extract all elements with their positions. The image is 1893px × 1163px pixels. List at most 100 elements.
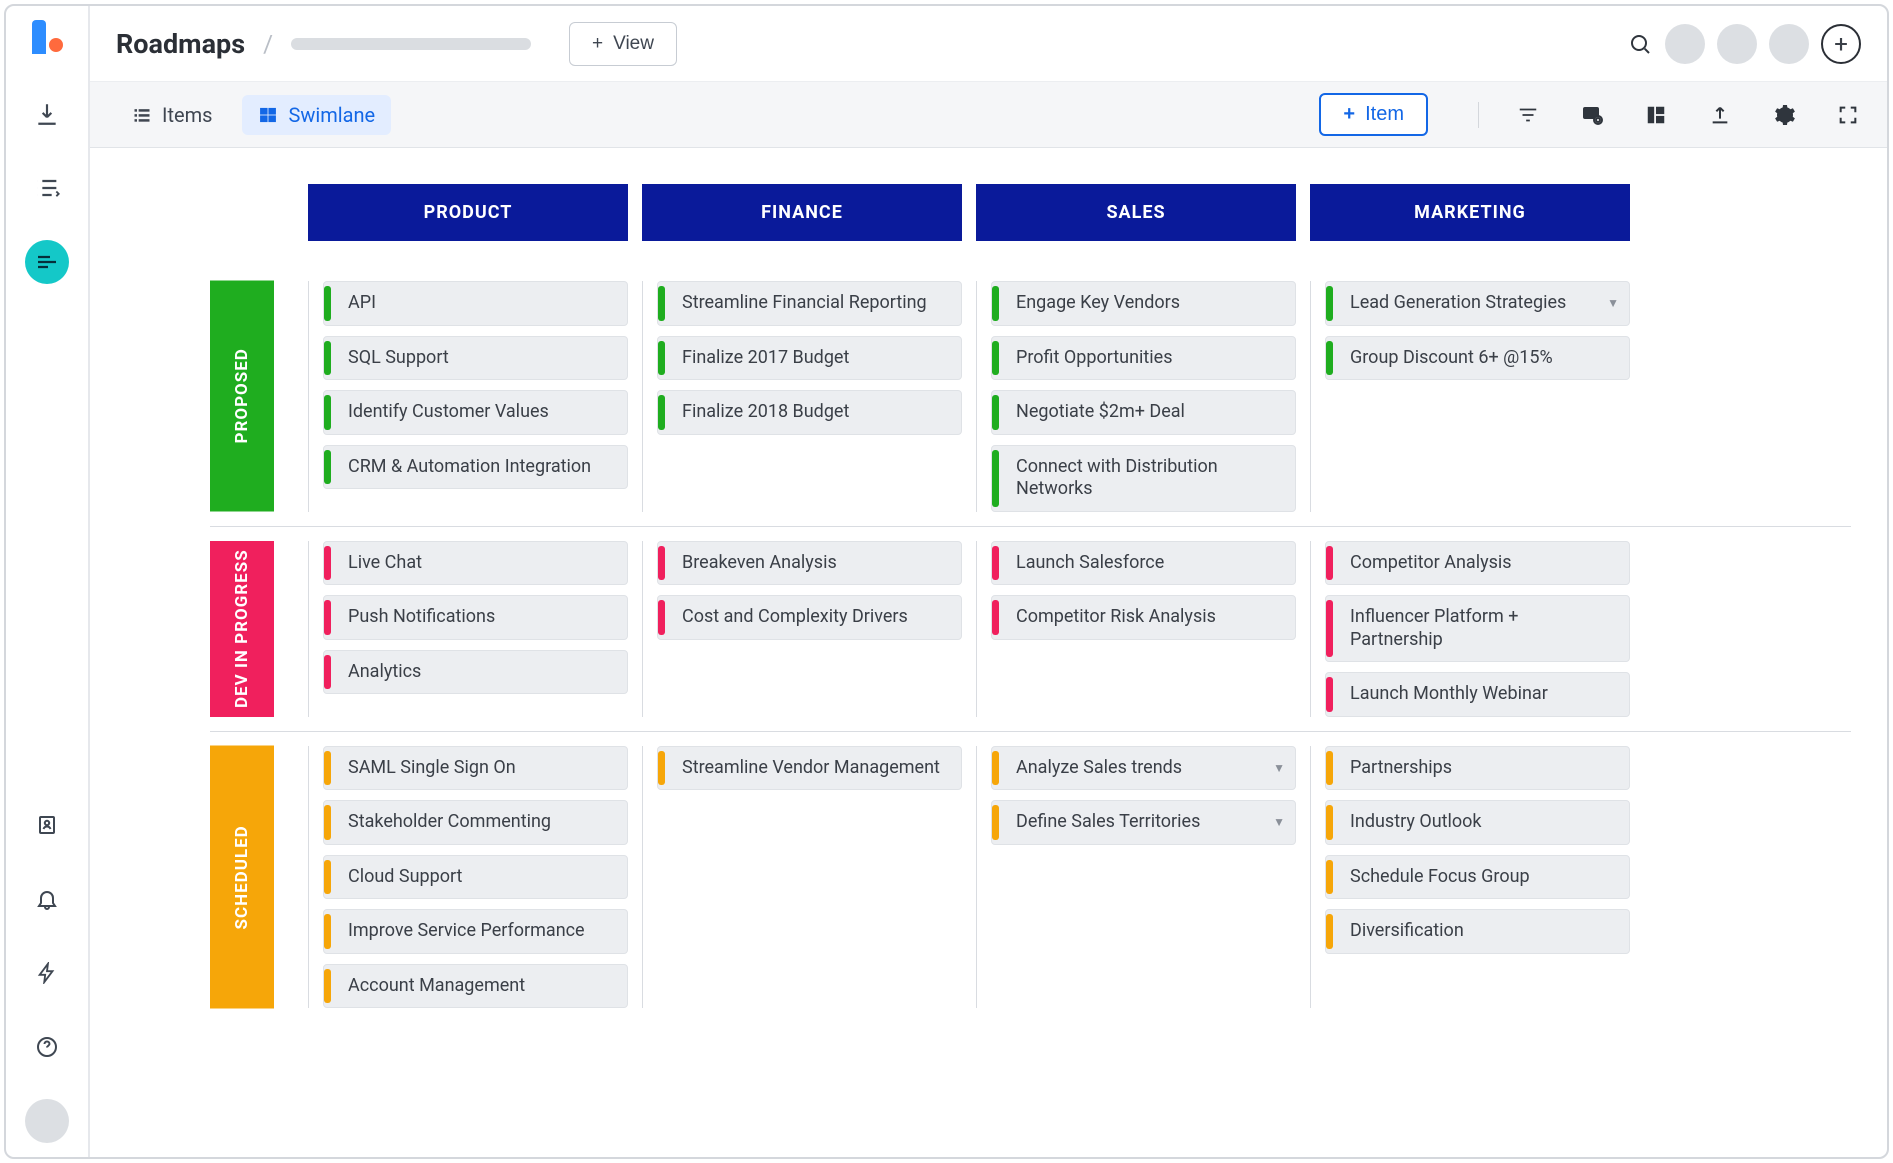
link-icon[interactable]	[1579, 102, 1605, 128]
lane-scheduled: SCHEDULEDSAML Single Sign OnStakeholder …	[210, 731, 1851, 1023]
card[interactable]: Schedule Focus Group	[1325, 855, 1630, 900]
card[interactable]: Connect with Distribution Networks	[991, 445, 1296, 512]
card[interactable]: Live Chat	[323, 541, 628, 586]
card-stripe	[324, 395, 331, 430]
card-stripe	[1326, 805, 1333, 840]
lane-cell: Partnerships Industry Outlook Schedule Foc…	[1310, 746, 1630, 1009]
card[interactable]: Finalize 2017 Budget	[657, 336, 962, 381]
card[interactable]: Diversification	[1325, 909, 1630, 954]
swimlane-nav-icon[interactable]	[25, 240, 69, 284]
swimlane-board: PRODUCTFINANCESALESMARKETING PROPOSEDAPI…	[90, 148, 1887, 1157]
card[interactable]: Partnerships	[1325, 746, 1630, 791]
presence-avatar-3[interactable]	[1769, 24, 1809, 64]
card[interactable]: Breakeven Analysis	[657, 541, 962, 586]
card[interactable]: Negotiate $2m+ Deal	[991, 390, 1296, 435]
card[interactable]: Identify Customer Values	[323, 390, 628, 435]
contacts-icon[interactable]	[25, 803, 69, 847]
card[interactable]: Cost and Complexity Drivers	[657, 595, 962, 640]
card[interactable]: SAML Single Sign On	[323, 746, 628, 791]
tab-items-label: Items	[162, 103, 212, 127]
card-title: Diversification	[1340, 920, 1464, 943]
export-icon[interactable]	[1707, 102, 1733, 128]
layout-icon[interactable]	[1643, 102, 1669, 128]
card[interactable]: Improve Service Performance	[323, 909, 628, 954]
add-item-button[interactable]: + Item	[1319, 93, 1428, 136]
card-title: SAML Single Sign On	[338, 757, 516, 780]
filter-icon[interactable]	[1515, 102, 1541, 128]
card-stripe	[992, 341, 999, 376]
card[interactable]: CRM & Automation Integration	[323, 445, 628, 490]
card-stripe	[992, 805, 999, 840]
notifications-icon[interactable]	[25, 877, 69, 921]
lane-cell: Engage Key Vendors Profit Opportunities Ne…	[976, 281, 1296, 512]
card-stripe	[658, 395, 665, 430]
column-header-product: PRODUCT	[308, 184, 628, 241]
card-title: Finalize 2017 Budget	[672, 347, 849, 370]
tab-swimlane[interactable]: Swimlane	[242, 95, 391, 135]
card-stripe	[1326, 341, 1333, 376]
card[interactable]: SQL Support	[323, 336, 628, 381]
import-icon[interactable]	[25, 92, 69, 136]
list-icon[interactable]	[25, 166, 69, 210]
card-title: CRM & Automation Integration	[338, 456, 591, 479]
lane-cell: SAML Single Sign On Stakeholder Commentin…	[308, 746, 628, 1009]
card[interactable]: Finalize 2018 Budget	[657, 390, 962, 435]
card-stripe	[992, 751, 999, 786]
settings-icon[interactable]	[1771, 102, 1797, 128]
search-icon[interactable]	[1627, 31, 1653, 57]
card[interactable]: Push Notifications	[323, 595, 628, 640]
lane-cell: API SQL Support Identify Customer Values CR…	[308, 281, 628, 512]
card[interactable]: Stakeholder Commenting	[323, 800, 628, 845]
lane-cell: Launch Salesforce Competitor Risk Analysi…	[976, 541, 1296, 717]
card[interactable]: Launch Monthly Webinar	[1325, 672, 1630, 717]
card[interactable]: Competitor Risk Analysis	[991, 595, 1296, 640]
fullscreen-icon[interactable]	[1835, 102, 1861, 128]
card[interactable]: Analytics	[323, 650, 628, 695]
card[interactable]: Account Management	[323, 964, 628, 1009]
add-view-button[interactable]: + View	[569, 22, 677, 66]
card-stripe	[992, 450, 999, 507]
card[interactable]: Group Discount 6+ @15%	[1325, 336, 1630, 381]
card[interactable]: Lead Generation Strategies▼	[1325, 281, 1630, 326]
card-stripe	[658, 286, 665, 321]
card[interactable]: Industry Outlook	[1325, 800, 1630, 845]
help-icon[interactable]	[25, 1025, 69, 1069]
card[interactable]: API	[323, 281, 628, 326]
card-title: Schedule Focus Group	[1340, 866, 1530, 889]
card-stripe	[658, 341, 665, 376]
card-title: Industry Outlook	[1340, 811, 1482, 834]
presence-avatar-2[interactable]	[1717, 24, 1757, 64]
user-avatar[interactable]	[25, 1099, 69, 1143]
card-title: Analytics	[338, 661, 421, 684]
card-title: Streamline Financial Reporting	[672, 292, 927, 315]
chevron-down-icon[interactable]: ▼	[1273, 815, 1285, 829]
lane-proposed: PROPOSED API SQL Support Identify Customer …	[210, 267, 1851, 526]
add-button[interactable]: +	[1821, 24, 1861, 64]
card-title: Breakeven Analysis	[672, 552, 837, 575]
card[interactable]: Launch Salesforce	[991, 541, 1296, 586]
card[interactable]: Define Sales Territories▼	[991, 800, 1296, 845]
roadmap-name-placeholder[interactable]	[291, 38, 531, 50]
chevron-down-icon[interactable]: ▼	[1273, 761, 1285, 775]
tab-items[interactable]: Items	[116, 95, 228, 135]
card[interactable]: Analyze Sales trends▼	[991, 746, 1296, 791]
card[interactable]: Streamline Financial Reporting	[657, 281, 962, 326]
lane-label-proposed: PROPOSED	[210, 281, 274, 512]
presence-avatar-1[interactable]	[1665, 24, 1705, 64]
card[interactable]: Streamline Vendor Management	[657, 746, 962, 791]
card[interactable]: Profit Opportunities	[991, 336, 1296, 381]
add-item-label: Item	[1365, 103, 1404, 126]
card-title: Finalize 2018 Budget	[672, 401, 849, 424]
lane-cell: Streamline Financial Reporting Finalize 2…	[642, 281, 962, 512]
tab-swimlane-label: Swimlane	[288, 103, 375, 127]
card[interactable]: Engage Key Vendors	[991, 281, 1296, 326]
card[interactable]: Competitor Analysis	[1325, 541, 1630, 586]
card[interactable]: Influencer Platform + Partnership	[1325, 595, 1630, 662]
card[interactable]: Cloud Support	[323, 855, 628, 900]
card-stripe	[1326, 751, 1333, 786]
chevron-down-icon[interactable]: ▼	[1607, 296, 1619, 310]
bolt-icon[interactable]	[25, 951, 69, 995]
card-stripe	[992, 600, 999, 635]
card-stripe	[1326, 860, 1333, 895]
card-title: Profit Opportunities	[1006, 347, 1173, 370]
